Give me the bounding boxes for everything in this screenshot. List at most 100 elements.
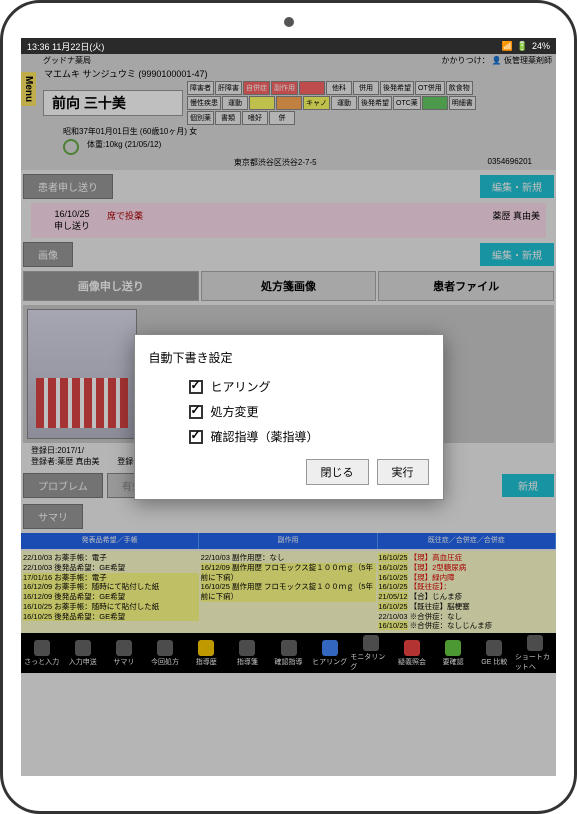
modal-title: 自動下書き設定 xyxy=(149,349,429,366)
list-item: 16/10/25 ※合併症：なしじんま疹 xyxy=(378,621,554,631)
header: グッドナ薬局 かかりつけ： 👤 仮管理薬剤師 マエムキ サンジュウミ (9990… xyxy=(21,54,556,170)
tag[interactable]: 後発希望 xyxy=(358,96,392,110)
list-item: 22/10/03 後発品希望：GE希望 xyxy=(23,563,199,573)
patient-name[interactable]: 前向 三十美 xyxy=(43,90,183,116)
section-patient-notes[interactable]: 患者申し送り xyxy=(23,174,113,199)
patient-weight: 体重:10kg (21/05/12) xyxy=(87,139,161,155)
bb-needcheck[interactable]: 要確認 xyxy=(433,633,474,673)
status-bar: 13:36 11月22日(火) 📶 🔋 24% xyxy=(21,38,556,54)
bb-summary[interactable]: サマリ xyxy=(103,633,144,673)
list-item: 22/10/03 ※合併症：なし xyxy=(378,612,554,622)
bb-guidance-hist[interactable]: 指導歴 xyxy=(186,633,227,673)
confirm-icon xyxy=(281,640,297,656)
checkbox-rx-change[interactable]: 処方変更 xyxy=(189,403,429,420)
checkbox-confirm-guide[interactable]: 確認指導（薬指導） xyxy=(189,428,429,445)
reg-date: 登録日:2017/1/ xyxy=(31,446,84,455)
moon-icon xyxy=(198,640,214,656)
bb-input-note[interactable]: 入力申送 xyxy=(62,633,103,673)
section-problem[interactable]: プロブレム xyxy=(23,473,103,498)
tag[interactable]: 肝障害 xyxy=(215,81,242,95)
list-item: 16/10/25 【現】高血圧症 xyxy=(378,553,554,563)
edit-new-button-2[interactable]: 編集・新規 xyxy=(480,243,554,266)
tag[interactable] xyxy=(276,96,302,110)
bb-shortcut[interactable]: ショートカットへ xyxy=(515,633,556,673)
patient-phone: 0354696201 xyxy=(488,157,533,168)
list-item: 16/10/25 【既往症】： xyxy=(378,582,554,592)
tag[interactable]: 個別薬 xyxy=(187,111,214,125)
bb-hearing[interactable]: ヒアリング xyxy=(309,633,350,673)
list-item: 16/12/09 お薬手帳：随時にて貼付した紙 xyxy=(23,582,199,592)
tag[interactable]: 慢性疾患 xyxy=(187,96,221,110)
bb-query[interactable]: 疑義照会 xyxy=(391,633,432,673)
tag[interactable]: OTC薬 xyxy=(393,96,421,110)
note-date: 16/10/25 xyxy=(54,209,89,219)
tab-rx-image[interactable]: 処方箋画像 xyxy=(201,271,377,301)
tab-image-notes[interactable]: 画像申し送り xyxy=(23,271,199,301)
tag[interactable]: 飲食物 xyxy=(446,81,473,95)
check-icon xyxy=(189,405,203,419)
execute-button[interactable]: 実行 xyxy=(377,459,429,485)
list-item: 22/10/03 お薬手帳：電子 xyxy=(23,553,199,563)
tag[interactable]: 書類 xyxy=(215,111,241,125)
list-item: 21/05/12 【合】じんま疹 xyxy=(378,592,554,602)
bb-monitoring[interactable]: モニタリング xyxy=(350,633,391,673)
list-item: 16/12/09 副作用歴 フロモックス錠１００ｍｇ（5年前に下痢） xyxy=(201,563,377,583)
tag-grid: 障害者 肝障害 自併症 副作用 他科 併用 後発希望 OT併用 飲食物 慢性疾 xyxy=(187,81,487,125)
query-icon xyxy=(404,640,420,656)
section-images[interactable]: 画像 xyxy=(23,242,73,267)
tag[interactable]: 他科 xyxy=(326,81,352,95)
edit-new-button[interactable]: 編集・新規 xyxy=(480,175,554,198)
battery-icon: 🔋 xyxy=(517,41,528,52)
bb-quick-input[interactable]: さっと入力 xyxy=(21,633,62,673)
image-thumbnail[interactable] xyxy=(27,309,137,439)
patient-address: 東京都渋谷区渋谷2-7-5 xyxy=(234,157,317,168)
note-row[interactable]: 16/10/25申し送り 席で投薬 薬歴 真由美 xyxy=(31,203,546,238)
user-name: 仮管理薬剤師 xyxy=(504,56,552,65)
note-author: 薬歴 真由美 xyxy=(450,209,540,232)
rx-icon xyxy=(157,640,173,656)
list-item: 16/10/25 【現】2型糖尿病 xyxy=(378,563,554,573)
summary-icon xyxy=(116,640,132,656)
tag[interactable]: 自併症 xyxy=(243,81,270,95)
tag[interactable]: 運動 xyxy=(331,96,357,110)
close-button[interactable]: 閉じる xyxy=(306,459,369,485)
bb-guidance-seal[interactable]: 指導箋 xyxy=(227,633,268,673)
tab-patient-file[interactable]: 患者ファイル xyxy=(378,271,554,301)
tag[interactable] xyxy=(249,96,275,110)
tag[interactable] xyxy=(422,96,448,110)
bb-current-rx[interactable]: 今回処方 xyxy=(144,633,185,673)
bb-confirm-guide[interactable]: 確認指導 xyxy=(268,633,309,673)
compare-icon xyxy=(486,640,502,656)
menu-tab[interactable]: Menu xyxy=(21,72,36,106)
care-label: かかりつけ： xyxy=(442,56,490,65)
tag[interactable]: 障害者 xyxy=(187,81,214,95)
bb-ge-compare[interactable]: GE 比較 xyxy=(474,633,515,673)
check-icon xyxy=(189,430,203,444)
reg-author: 登録者:薬歴 真由美 xyxy=(31,457,99,466)
battery-pct: 24% xyxy=(532,41,550,51)
list-item: 16/12/09 後発品希望：GE希望 xyxy=(23,592,199,602)
list-item: 16/10/25 後発品希望：GE希望 xyxy=(23,612,199,622)
tag[interactable]: 嗜好 xyxy=(242,111,268,125)
checkbox-hearing[interactable]: ヒアリング xyxy=(189,378,429,395)
camera-dot xyxy=(284,17,294,27)
column-header-bar: 発表品希望／手帳 副作用 既往症／合併症／合併症 xyxy=(21,533,556,549)
patient-id: (9990100001-47) xyxy=(138,69,207,79)
tag[interactable]: 併用 xyxy=(353,81,379,95)
tag[interactable]: 明細書 xyxy=(449,96,476,110)
tag[interactable]: キャノ xyxy=(303,96,330,110)
list-item: 16/10/25 【既往症】脳梗塞 xyxy=(378,602,554,612)
tag[interactable]: 運動 xyxy=(222,96,248,110)
data-columns: 22/10/03 お薬手帳：電子 22/10/03 後発品希望：GE希望 17/… xyxy=(21,551,556,633)
tag[interactable]: 併 xyxy=(269,111,295,125)
tag[interactable]: 後発希望 xyxy=(380,81,414,95)
section-summary[interactable]: サマリ xyxy=(23,504,83,529)
sync-icon[interactable] xyxy=(63,139,79,155)
tag[interactable]: OT併用 xyxy=(415,81,445,95)
tag[interactable]: 副作用 xyxy=(271,81,298,95)
col-history: 16/10/25 【現】高血圧症 16/10/25 【現】2型糖尿病 16/10… xyxy=(378,553,554,631)
monitor-icon xyxy=(363,635,379,651)
colhdr: 副作用 xyxy=(199,533,377,549)
tag[interactable] xyxy=(299,81,325,95)
new-button[interactable]: 新規 xyxy=(502,474,554,497)
